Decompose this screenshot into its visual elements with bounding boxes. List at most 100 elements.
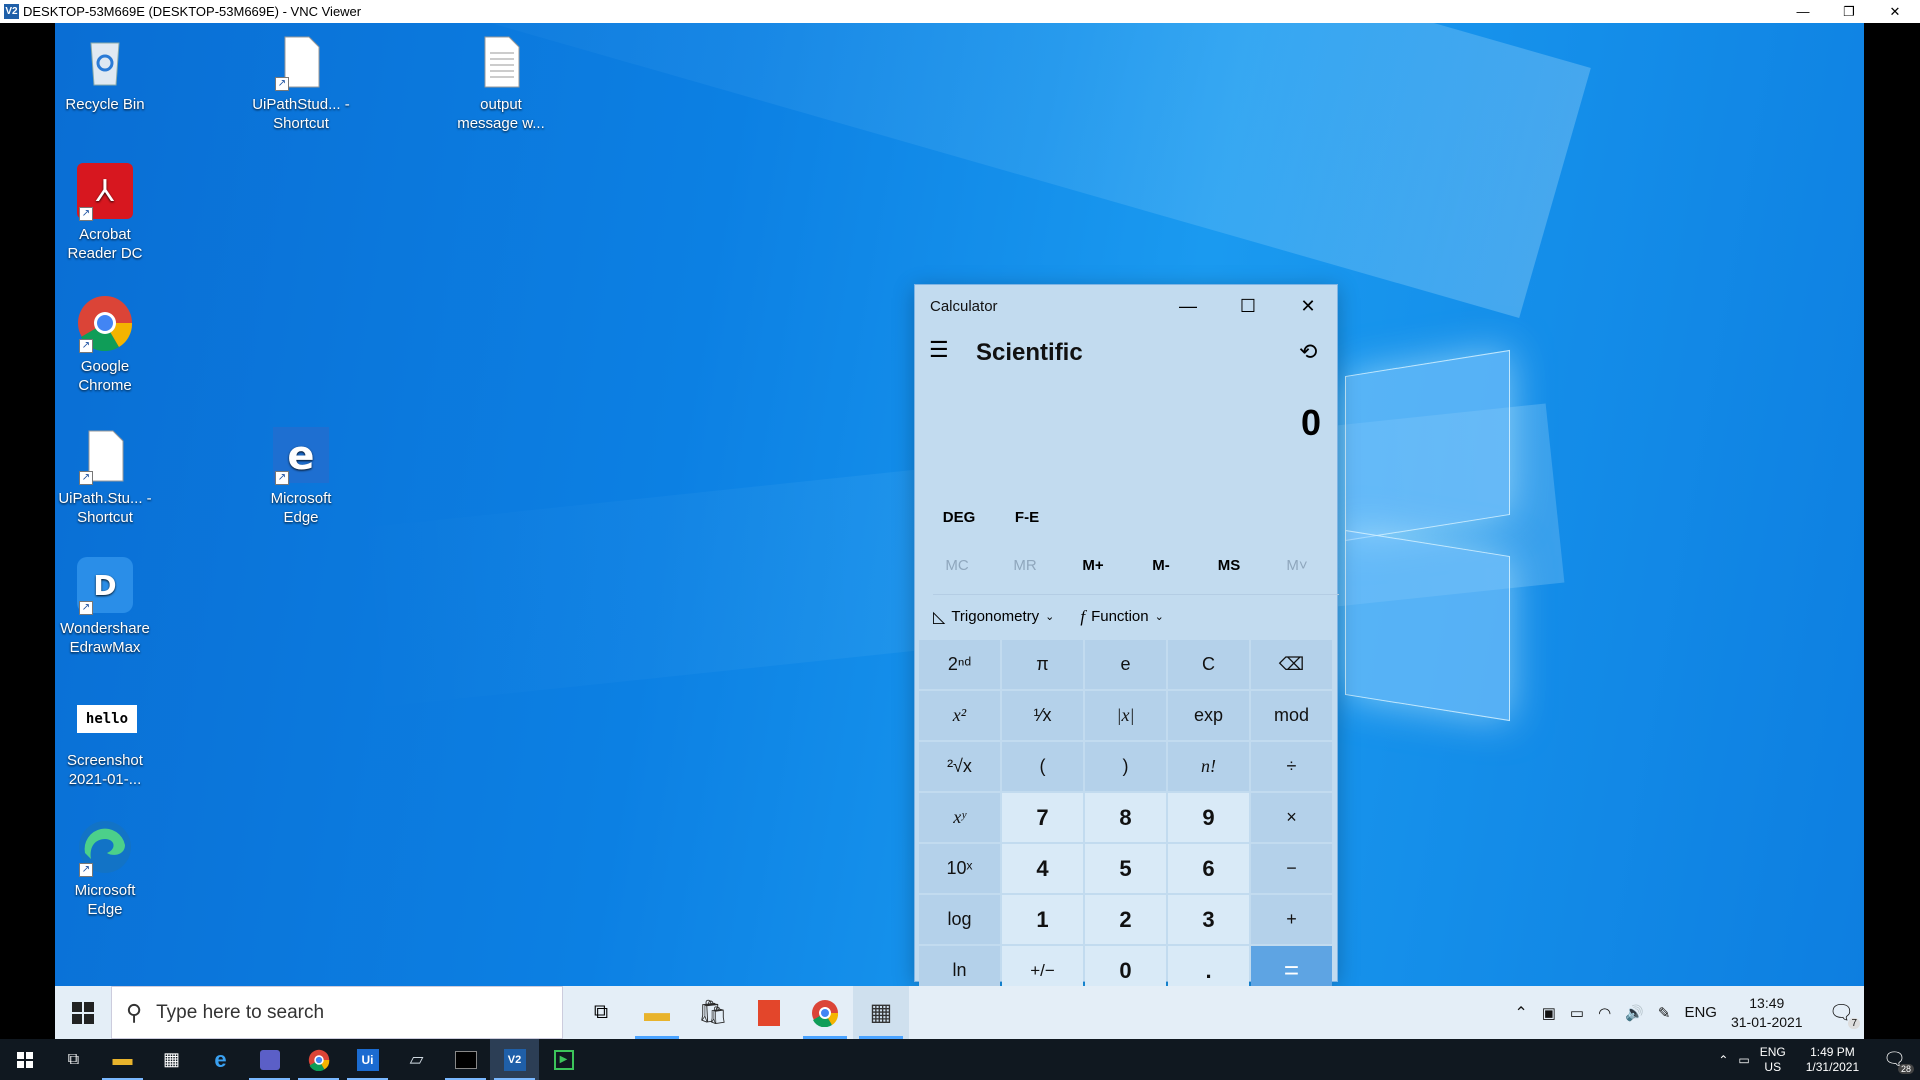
vnc-close-button[interactable]: ✕	[1872, 0, 1918, 23]
square-root-button[interactable]: ²√x	[919, 742, 1000, 791]
folder-icon: ▬	[112, 1048, 133, 1070]
host-vnc-viewer[interactable]: V2	[490, 1039, 539, 1080]
task-view-button[interactable]: ⧉	[573, 986, 629, 1039]
ten-power-button[interactable]: 10ˣ	[919, 844, 1000, 893]
desktop-icon-screenshot[interactable]: hello Screenshot 2021-01-...	[55, 689, 155, 789]
digit-7-button[interactable]: 7	[1002, 793, 1083, 842]
taskbar-chrome[interactable]	[797, 986, 853, 1039]
memory-recall-button[interactable]: MR	[991, 557, 1059, 574]
host-scroll-app[interactable]: ▱	[392, 1039, 441, 1080]
mod-button[interactable]: mod	[1251, 691, 1332, 740]
absolute-button[interactable]: |x|	[1085, 691, 1166, 740]
maximize-button[interactable]: ☐	[1218, 285, 1278, 327]
notification-count: 28	[1897, 1064, 1914, 1074]
euler-button[interactable]: e	[1085, 640, 1166, 689]
host-task-view-button[interactable]: ⧉	[49, 1039, 98, 1080]
host-action-center[interactable]: 🗨 28	[1883, 1049, 1914, 1074]
memory-subtract-button[interactable]: M-	[1127, 557, 1195, 574]
memory-add-button[interactable]: M+	[1059, 557, 1127, 574]
system-tray: ⌃ ▣ ▭ ◠ 🔊 ✎ ENG 13:49 31-01-2021 🗨 7	[1514, 986, 1864, 1039]
taskbar-office[interactable]	[741, 986, 797, 1039]
windows-logo-icon	[16, 1051, 33, 1068]
multiply-button[interactable]: ×	[1251, 793, 1332, 842]
vnc-minimize-button[interactable]: —	[1780, 0, 1826, 23]
minimize-button[interactable]: —	[1158, 285, 1218, 327]
host-media-app[interactable]: ▶	[539, 1039, 588, 1080]
calculator-icon: ▦	[869, 999, 893, 1026]
divide-button[interactable]: ÷	[1251, 742, 1332, 791]
memory-list-button[interactable]: M˅	[1263, 557, 1331, 574]
taskbar-store[interactable]: 🛍	[685, 986, 741, 1039]
volume-icon[interactable]: 🔊	[1625, 1004, 1644, 1022]
second-button[interactable]: 2ⁿᵈ	[919, 640, 1000, 689]
edge-legacy-icon: e ↗	[273, 427, 329, 485]
host-language[interactable]: ENG US	[1760, 1045, 1786, 1075]
host-chrome[interactable]	[294, 1039, 343, 1080]
memory-clear-button[interactable]: MC	[923, 557, 991, 574]
digit-6-button[interactable]: 6	[1168, 844, 1249, 893]
desktop-icon-uipath-shortcut[interactable]: ↗ UiPathStud... - Shortcut	[251, 33, 351, 133]
close-paren-button[interactable]: )	[1085, 742, 1166, 791]
task-view-icon: ⧉	[67, 1050, 80, 1068]
exp-button[interactable]: exp	[1168, 691, 1249, 740]
desktop-icon-chrome[interactable]: ↗ Google Chrome	[55, 295, 155, 395]
chevron-up-icon[interactable]: ⌃	[1514, 1003, 1527, 1023]
acrobat-icon: ⅄ ↗	[77, 163, 133, 221]
digit-9-button[interactable]: 9	[1168, 793, 1249, 842]
square-button[interactable]: x²	[919, 691, 1000, 740]
taskbar-search-box[interactable]: ⚲ Type here to search	[111, 986, 563, 1039]
desktop-icon-output-message[interactable]: output message w...	[451, 33, 551, 133]
log-button[interactable]: log	[919, 895, 1000, 944]
battery-icon[interactable]: ▭	[1738, 1053, 1749, 1067]
wifi-icon[interactable]: ◠	[1598, 1004, 1611, 1022]
hamburger-menu-icon[interactable]: ☰	[929, 337, 949, 363]
pen-icon[interactable]: ✎	[1658, 1004, 1671, 1022]
start-button[interactable]	[55, 986, 111, 1039]
host-ie[interactable]: e	[196, 1039, 245, 1080]
desktop-icon-acrobat[interactable]: ⅄ ↗ Acrobat Reader DC	[55, 163, 155, 263]
reciprocal-button[interactable]: ¹⁄x	[1002, 691, 1083, 740]
digit-3-button[interactable]: 3	[1168, 895, 1249, 944]
backspace-button[interactable]: ⌫	[1251, 640, 1332, 689]
memory-store-button[interactable]: MS	[1195, 557, 1263, 574]
host-terminal[interactable]	[441, 1039, 490, 1080]
action-center-button[interactable]: 🗨 7	[1829, 1000, 1860, 1029]
function-dropdown[interactable]: f Function ⌄	[1080, 607, 1164, 627]
host-clock[interactable]: 1:49 PM 1/31/2021	[1806, 1045, 1859, 1075]
clear-button[interactable]: C	[1168, 640, 1249, 689]
digit-2-button[interactable]: 2	[1085, 895, 1166, 944]
factorial-button[interactable]: n!	[1168, 742, 1249, 791]
digit-4-button[interactable]: 4	[1002, 844, 1083, 893]
vnc-restore-button[interactable]: ❐	[1826, 0, 1872, 23]
taskbar-calculator[interactable]: ▦	[853, 986, 909, 1039]
language-indicator[interactable]: ENG	[1684, 1004, 1717, 1021]
taskbar-file-explorer[interactable]: ▬	[629, 986, 685, 1039]
trigonometry-dropdown[interactable]: ◺ Trigonometry ⌄	[933, 607, 1054, 627]
desktop-icon-edge-legacy[interactable]: e ↗ Microsoft Edge	[251, 427, 351, 527]
history-icon[interactable]: ⟲	[1299, 339, 1317, 365]
deg-button[interactable]: DEG	[925, 509, 993, 526]
digit-1-button[interactable]: 1	[1002, 895, 1083, 944]
host-teams[interactable]	[245, 1039, 294, 1080]
close-button[interactable]: ✕	[1278, 285, 1338, 327]
chevron-up-icon[interactable]: ⌃	[1718, 1053, 1728, 1067]
host-calendar-app[interactable]: ▦	[147, 1039, 196, 1080]
desktop-icon-uipath-shortcut-2[interactable]: ↗ UiPath.Stu... - Shortcut	[55, 427, 155, 527]
pi-button[interactable]: π	[1002, 640, 1083, 689]
desktop-icon-edrawmax[interactable]: D ↗ Wondershare EdrawMax	[55, 557, 155, 657]
desktop-icon-recycle-bin[interactable]: Recycle Bin	[55, 33, 155, 114]
open-paren-button[interactable]: (	[1002, 742, 1083, 791]
desktop-icon-edge[interactable]: ↗ Microsoft Edge	[55, 819, 155, 919]
battery-icon[interactable]: ▭	[1570, 1004, 1584, 1022]
digit-8-button[interactable]: 8	[1085, 793, 1166, 842]
host-file-explorer[interactable]: ▬	[98, 1039, 147, 1080]
add-button[interactable]: +	[1251, 895, 1332, 944]
subtract-button[interactable]: −	[1251, 844, 1332, 893]
fe-button[interactable]: F-E	[993, 509, 1061, 526]
digit-5-button[interactable]: 5	[1085, 844, 1166, 893]
clock[interactable]: 13:49 31-01-2021	[1731, 994, 1803, 1032]
meet-icon[interactable]: ▣	[1542, 1004, 1556, 1022]
host-start-button[interactable]	[0, 1039, 49, 1080]
host-uipath[interactable]: Ui	[343, 1039, 392, 1080]
power-button[interactable]: xʸ	[919, 793, 1000, 842]
